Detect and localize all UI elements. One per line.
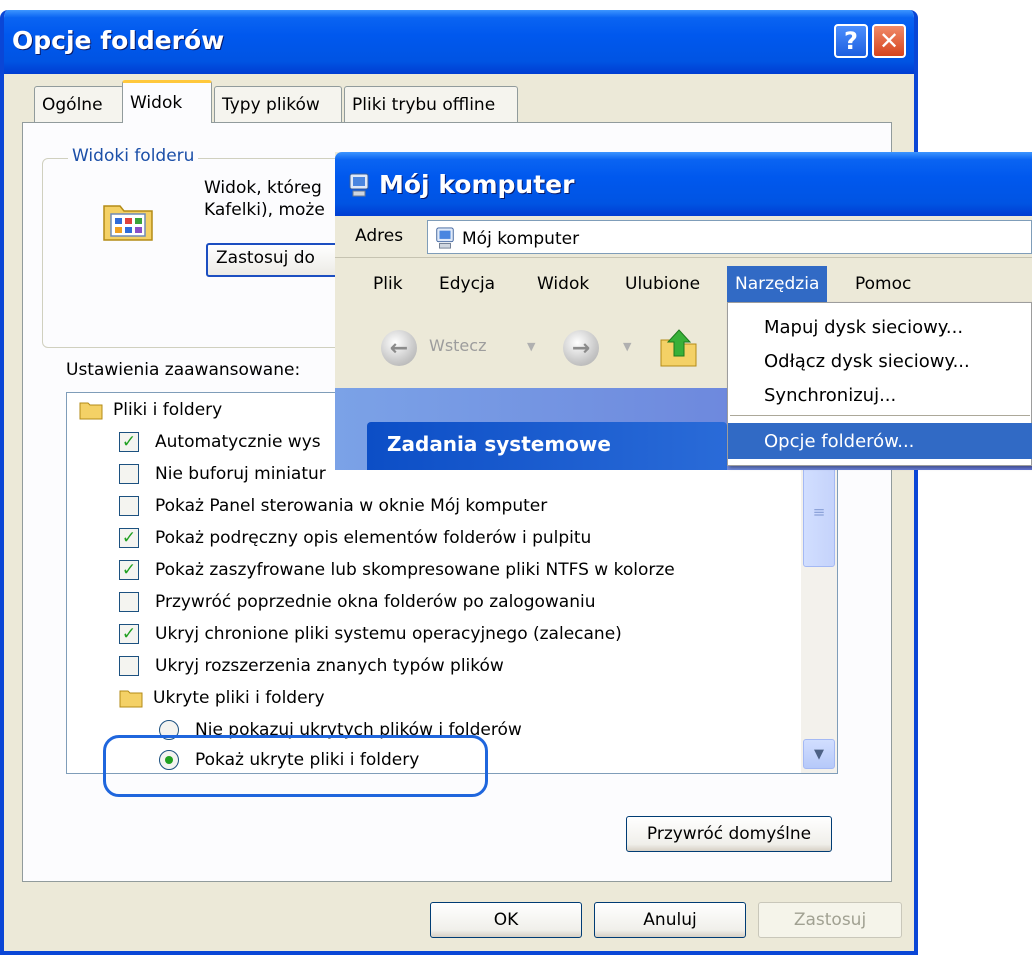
address-bar: Adres Mój komputer — [335, 216, 1032, 258]
tab-file-types[interactable]: Typy plików — [214, 86, 342, 122]
system-tasks-title: Zadania systemowe — [387, 432, 611, 456]
folder-view-icon — [103, 205, 153, 241]
help-button[interactable]: ? — [834, 24, 868, 58]
option-label: Przywróć poprzednie okna folderów po zal… — [155, 592, 596, 612]
cancel-button[interactable]: Anuluj — [594, 902, 746, 938]
computer-icon — [436, 227, 454, 249]
my-computer-title: Mój komputer — [379, 170, 575, 199]
system-tasks-header[interactable]: Zadania systemowe — [367, 422, 727, 470]
ok-button[interactable]: OK — [430, 902, 582, 938]
title-bar[interactable]: Opcje folderów ? ✕ — [4, 10, 914, 74]
option-label: Ukryj chronione pliki systemu operacyjne… — [155, 624, 622, 644]
option-show-control-panel[interactable]: Pokaż Panel sterowania w oknie Mój kompu… — [119, 491, 547, 521]
my-computer-title-bar[interactable]: Mój komputer — [335, 152, 1032, 216]
address-value: Mój komputer — [462, 229, 580, 249]
option-label: Ukryj rozszerzenia znanych typów plików — [155, 656, 504, 676]
scroll-thumb[interactable]: ≡ — [803, 457, 835, 567]
menu-help[interactable]: Pomoc — [847, 266, 919, 302]
checkbox-unchecked[interactable] — [119, 656, 139, 676]
checkbox-unchecked[interactable] — [119, 496, 139, 516]
option-label: Pokaż Panel sterowania w oknie Mój kompu… — [155, 496, 548, 516]
option-label: Pokaż podręczny opis elementów folderów … — [155, 528, 592, 548]
menu-item-disconnect-drive[interactable]: Odłącz dysk sieciowy... — [728, 343, 1032, 379]
tree-folder-hidden[interactable]: Ukryte pliki i foldery — [119, 683, 325, 713]
option-no-thumb-cache[interactable]: Nie buforuj miniatur — [119, 459, 326, 489]
tools-menu: Mapuj dysk sieciowy... Odłącz dysk sieci… — [727, 302, 1032, 466]
menu-item-folder-options[interactable]: Opcje folderów... — [728, 423, 1032, 459]
checkbox-unchecked[interactable] — [119, 464, 139, 484]
restore-defaults-button[interactable]: Przywróć domyślne — [626, 816, 832, 852]
menu-view[interactable]: Widok — [529, 266, 597, 302]
computer-icon — [349, 173, 369, 197]
chevron-down-icon[interactable]: ▼ — [623, 340, 631, 353]
menu-bar: Plik Edycja Widok Ulubione Narzędzia Pom… — [335, 266, 1032, 302]
address-input[interactable]: Mój komputer — [427, 220, 1032, 254]
tree-folder-files[interactable]: Pliki i foldery — [79, 395, 222, 425]
folder-icon — [119, 690, 143, 708]
tab-general[interactable]: Ogólne — [34, 86, 124, 122]
chevron-down-icon[interactable]: ▼ — [527, 340, 535, 353]
option-label: Pokaż zaszyfrowane lub skompresowane pli… — [155, 560, 675, 580]
apply-button: Zastosuj — [758, 902, 902, 938]
forward-arrow-icon[interactable]: → — [563, 330, 599, 366]
menu-edit[interactable]: Edycja — [431, 266, 503, 302]
option-hide-protected[interactable]: ✓ Ukryj chronione pliki systemu operacyj… — [119, 619, 622, 649]
checkbox-checked[interactable]: ✓ — [119, 624, 139, 644]
menu-tools[interactable]: Narzędzia — [727, 266, 828, 302]
tab-offline-files[interactable]: Pliki trybu offline — [344, 86, 518, 122]
back-label[interactable]: Wstecz — [429, 336, 486, 355]
option-label: Automatycznie wys — [155, 432, 321, 452]
dialog-title: Opcje folderów — [12, 26, 225, 55]
menu-favorites[interactable]: Ulubione — [617, 266, 708, 302]
checkbox-checked[interactable]: ✓ — [119, 528, 139, 548]
tab-view[interactable]: Widok — [122, 80, 212, 123]
menu-separator — [730, 415, 1030, 416]
option-show-popup-desc[interactable]: ✓ Pokaż podręczny opis elementów folderó… — [119, 523, 591, 553]
option-hide-extensions[interactable]: Ukryj rozszerzenia znanych typów plików — [119, 651, 504, 681]
back-arrow-icon[interactable]: ← — [381, 330, 417, 366]
option-auto-search[interactable]: ✓ Automatycznie wys — [119, 427, 321, 457]
folder-views-label: Widoki folderu — [68, 146, 199, 166]
tree-label: Ukryte pliki i foldery — [153, 688, 325, 708]
menu-item-map-drive[interactable]: Mapuj dysk sieciowy... — [728, 309, 1032, 345]
menu-file[interactable]: Plik — [365, 266, 411, 302]
folder-views-text-2: Kafelki), może — [204, 200, 325, 220]
checkbox-checked[interactable]: ✓ — [119, 432, 139, 452]
up-folder-icon[interactable] — [659, 326, 699, 368]
checkbox-unchecked[interactable] — [119, 592, 139, 612]
option-label: Nie buforuj miniatur — [155, 464, 326, 484]
address-label: Adres — [355, 226, 404, 246]
advanced-settings-label: Ustawienia zaawansowane: — [66, 360, 301, 380]
menu-item-synchronize[interactable]: Synchronizuj... — [728, 377, 1032, 413]
annotation-highlight — [103, 735, 488, 797]
close-button[interactable]: ✕ — [872, 24, 906, 58]
option-show-ntfs-color[interactable]: ✓ Pokaż zaszyfrowane lub skompresowane p… — [119, 555, 675, 585]
checkbox-checked[interactable]: ✓ — [119, 560, 139, 580]
folder-icon — [79, 402, 103, 420]
scroll-down-arrow-icon[interactable]: ▼ — [803, 739, 835, 769]
tree-label: Pliki i foldery — [113, 400, 223, 420]
folder-views-text-1: Widok, któreg — [204, 178, 322, 198]
option-restore-windows[interactable]: Przywróć poprzednie okna folderów po zal… — [119, 587, 595, 617]
